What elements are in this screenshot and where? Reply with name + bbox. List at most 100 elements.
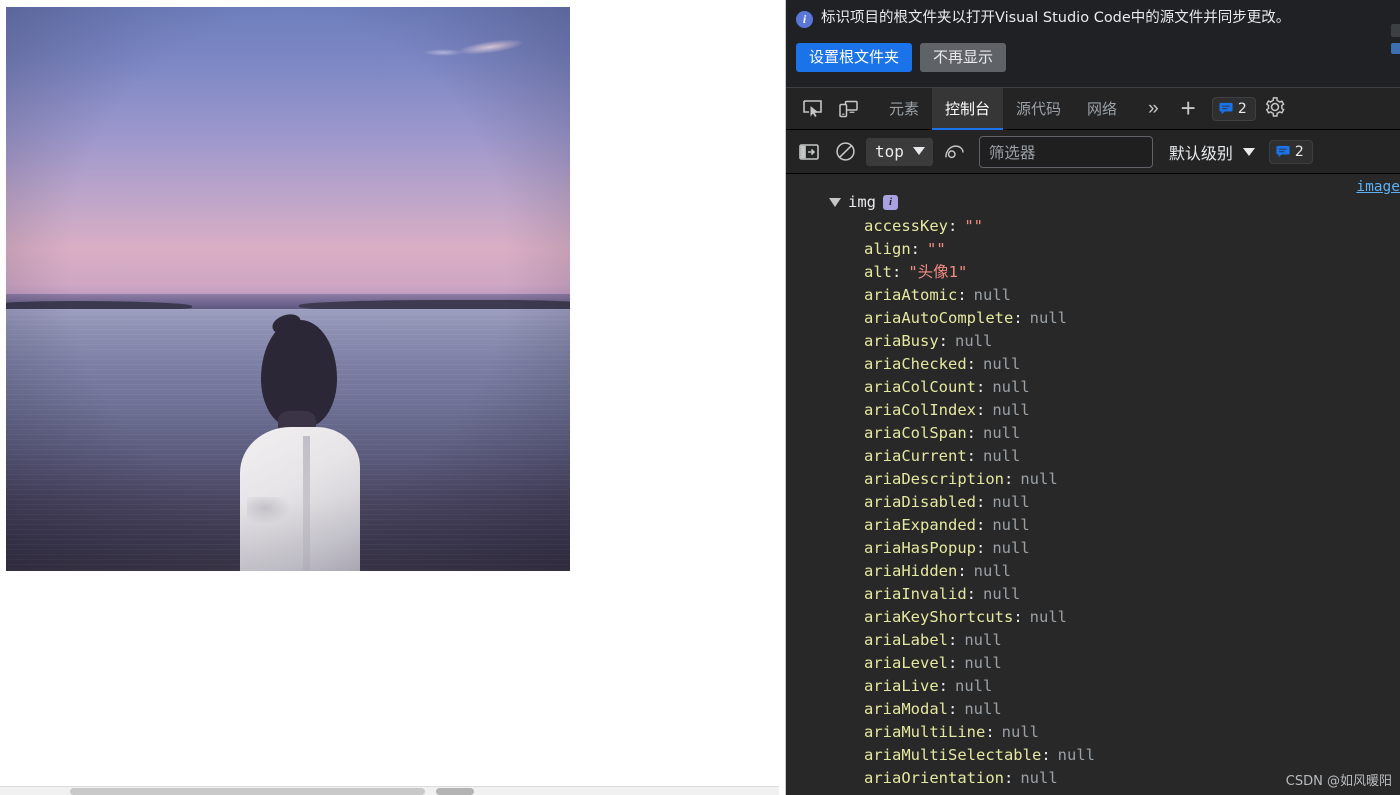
property-colon: : — [948, 631, 958, 649]
console-issues-badge[interactable]: 2 — [1268, 139, 1313, 164]
issues-count: 2 — [1237, 100, 1247, 117]
horizontal-scroll-thumb[interactable] — [70, 788, 425, 795]
property-value: "" — [964, 217, 984, 235]
property-value: "" — [927, 240, 946, 258]
plus-icon[interactable]: + — [1171, 93, 1206, 124]
devtools-tabstrip: 元素 控制台 源代码 网络 » + 2 — [786, 87, 1400, 130]
execution-context-dropdown[interactable]: top — [866, 137, 933, 166]
property-value: null — [992, 401, 1030, 419]
property-key: ariaLabel — [864, 631, 948, 649]
property-row[interactable]: ariaOrientation: null — [864, 767, 1400, 790]
property-value: null — [1001, 723, 1039, 741]
property-row[interactable]: ariaAtomic: null — [864, 284, 1400, 307]
property-row[interactable]: align: "" — [864, 238, 1400, 261]
device-toolbar-icon[interactable] — [830, 94, 866, 124]
property-row[interactable]: ariaColSpan: null — [864, 422, 1400, 445]
tab-sources[interactable]: 源代码 — [1003, 88, 1074, 130]
live-expression-icon[interactable] — [937, 137, 971, 167]
property-list: accessKey: "" align: "" alt: "头像1" ariaAtomic:… — [786, 213, 1400, 790]
gear-icon[interactable] — [1264, 96, 1286, 121]
page-horizontal-scrollbar[interactable] — [0, 786, 779, 795]
property-key: ariaLive — [864, 677, 939, 695]
clear-console-icon[interactable] — [828, 137, 862, 167]
notification-edge-control[interactable] — [1391, 24, 1400, 37]
property-row[interactable]: ariaChecked: null — [864, 353, 1400, 376]
property-row[interactable]: ariaModal: null — [864, 698, 1400, 721]
tab-list: 元素 控制台 源代码 网络 — [876, 87, 1130, 130]
property-key: ariaColCount — [864, 378, 976, 396]
property-row[interactable]: ariaCurrent: null — [864, 445, 1400, 468]
photo-vignette — [6, 7, 570, 571]
property-row[interactable]: ariaHidden: null — [864, 560, 1400, 583]
console-sidebar-icon[interactable] — [792, 137, 826, 167]
property-key: ariaChecked — [864, 355, 967, 373]
property-value: null — [1020, 470, 1058, 488]
property-row[interactable]: ariaInvalid: null — [864, 583, 1400, 606]
message-bubble-icon — [1219, 102, 1233, 115]
property-colon: : — [966, 447, 976, 465]
source-link[interactable]: image — [1356, 179, 1400, 195]
message-bubble-icon-console — [1276, 145, 1290, 158]
property-value: null — [983, 355, 1021, 373]
property-value: null — [964, 654, 1002, 672]
info-badge-icon[interactable]: i — [883, 194, 898, 210]
avatar-image[interactable] — [6, 7, 570, 571]
issues-badge[interactable]: 2 — [1211, 96, 1256, 121]
property-row[interactable]: ariaBusy: null — [864, 330, 1400, 353]
property-colon: : — [975, 378, 986, 396]
property-row[interactable]: ariaLive: null — [864, 675, 1400, 698]
property-colon: : — [975, 493, 986, 511]
console-filter-input[interactable]: 筛选器 — [978, 135, 1153, 168]
property-row[interactable]: ariaColCount: null — [864, 376, 1400, 399]
property-key: ariaAutoComplete — [864, 309, 1014, 327]
property-key: ariaAtomic — [864, 286, 958, 304]
chevron-double-right-icon[interactable]: » — [1136, 98, 1171, 120]
property-row[interactable]: ariaKeyShortcuts: null — [864, 606, 1400, 629]
property-row[interactable]: accessKey: "" — [864, 215, 1400, 238]
property-row[interactable]: ariaColIndex: null — [864, 399, 1400, 422]
property-colon: : — [1041, 746, 1051, 764]
inspect-element-icon[interactable] — [794, 94, 830, 124]
notification-edge-control-secondary[interactable] — [1391, 43, 1400, 54]
devtools-panel: i 标识项目的根文件夹以打开Visual Studio Code中的源文件并同步… — [786, 0, 1400, 795]
property-value: null — [973, 562, 1011, 580]
property-key: ariaMultiLine — [864, 723, 986, 741]
property-colon: : — [1003, 769, 1014, 787]
property-row[interactable]: ariaDisabled: null — [864, 491, 1400, 514]
triangle-down-icon[interactable] — [829, 197, 841, 207]
property-row[interactable]: ariaLabel: null — [864, 629, 1400, 652]
log-level-label: 默认级别 — [1168, 143, 1233, 163]
horizontal-scroll-thumb-secondary[interactable] — [436, 788, 474, 795]
property-colon: : — [966, 424, 976, 442]
log-level-dropdown[interactable]: 默认级别 — [1169, 140, 1255, 164]
property-row[interactable]: ariaHasPopup: null — [864, 537, 1400, 560]
dont-show-again-button[interactable]: 不再显示 — [920, 42, 1007, 73]
tab-console[interactable]: 控制台 — [932, 87, 1004, 130]
console-object-header[interactable]: img i — [786, 174, 1400, 213]
property-row[interactable]: ariaMultiSelectable: null — [864, 744, 1400, 767]
tab-elements[interactable]: 元素 — [876, 88, 932, 130]
set-root-folder-button[interactable]: 设置根文件夹 — [796, 42, 913, 73]
property-colon: : — [1013, 309, 1023, 327]
property-value: null — [1057, 746, 1095, 764]
page-viewport — [0, 0, 786, 795]
property-value: null — [983, 424, 1021, 442]
property-key: ariaDescription — [864, 470, 1004, 488]
property-row[interactable]: ariaAutoComplete: null — [864, 307, 1400, 330]
property-row[interactable]: ariaDescription: null — [864, 468, 1400, 491]
tab-network[interactable]: 网络 — [1074, 88, 1130, 130]
property-key: ariaExpanded — [864, 516, 976, 534]
property-row[interactable]: ariaExpanded: null — [864, 514, 1400, 537]
property-key: ariaKeyShortcuts — [864, 608, 1014, 626]
property-value: "头像1" — [908, 263, 968, 281]
property-row[interactable]: ariaLevel: null — [864, 652, 1400, 675]
property-colon: : — [1013, 608, 1023, 626]
property-key: accessKey — [864, 217, 948, 235]
property-colon: : — [948, 700, 958, 718]
property-value: null — [983, 585, 1021, 603]
property-row[interactable]: alt: "头像1" — [864, 261, 1400, 284]
execution-context-label: top — [875, 141, 904, 161]
property-row[interactable]: ariaMultiLine: null — [864, 721, 1400, 744]
property-value: null — [955, 677, 993, 695]
property-key: ariaMultiSelectable — [864, 746, 1042, 764]
